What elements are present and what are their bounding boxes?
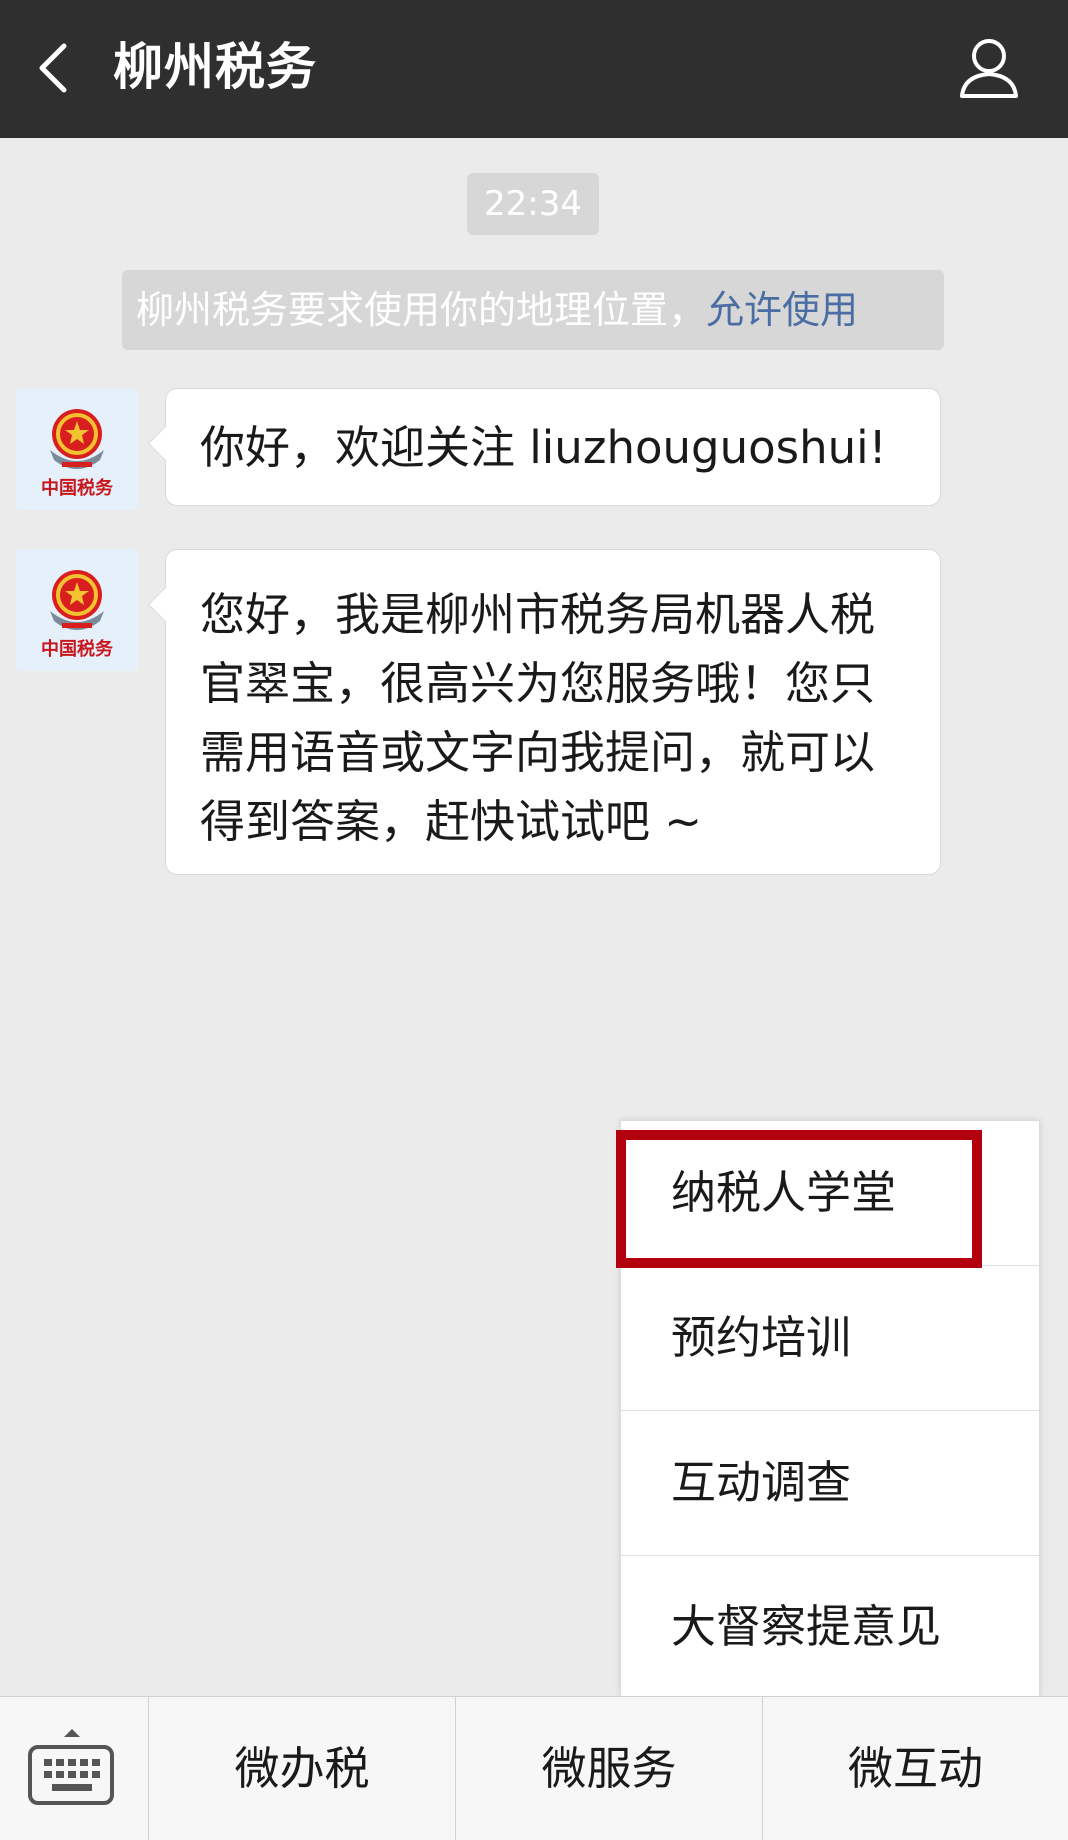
tax-bureau-emblem-icon: 中国税务 (16, 388, 138, 510)
message-text: 您好，我是柳州市税务局机器人税官翠宝，很高兴为您服务哦！您只需用语音或文字向我提… (200, 588, 876, 848)
submenu-corner-icon (722, 1801, 748, 1827)
user-profile-icon (960, 39, 1018, 98)
location-request-bar: 柳州税务要求使用你的地理位置，允许使用 (122, 270, 944, 350)
submenu-corner-icon (415, 1801, 441, 1827)
svg-text:中国税务: 中国税务 (41, 477, 114, 499)
message-bubble[interactable]: 您好，我是柳州市税务局机器人税官翠宝，很高兴为您服务哦！您只需用语音或文字向我提… (165, 549, 941, 875)
menu-item-book-training[interactable]: 预约培训 (621, 1266, 1039, 1410)
menu-item-inspector-feedback[interactable]: 大督察提意见 (621, 1555, 1039, 1699)
top-bar: 柳州税务 (0, 0, 1068, 138)
menu-button-wei-banshui[interactable]: 微办税 (148, 1697, 455, 1840)
timestamp-badge: 22:34 (467, 173, 599, 235)
menu-button-label: 微服务 (541, 1742, 677, 1795)
submenu-corner-icon (1028, 1801, 1054, 1827)
menu-item-interactive-survey[interactable]: 互动调查 (621, 1411, 1039, 1555)
tax-bureau-emblem-icon: 中国税务 (16, 549, 138, 671)
message-text: 你好，欢迎关注 liuzhouguoshui! (200, 421, 887, 474)
avatar[interactable]: 中国税务 (16, 549, 138, 671)
chat-screen: 柳州税务 22:34 柳州税务要求使用你的地理位置，允许使用 中国税务 你好，欢… (0, 0, 1068, 1840)
message-bubble[interactable]: 你好，欢迎关注 liuzhouguoshui! (165, 388, 941, 506)
menu-button-label: 微互动 (847, 1742, 983, 1795)
profile-button[interactable] (950, 30, 1028, 108)
menu-item-taxpayer-school[interactable]: 纳税人学堂 (621, 1121, 1039, 1265)
back-button[interactable] (20, 30, 96, 106)
page-title: 柳州税务 (113, 38, 317, 96)
keyboard-icon (28, 1729, 114, 1805)
menu-button-wei-fuwu[interactable]: 微服务 (455, 1697, 762, 1840)
submenu-popup: 纳税人学堂 预约培训 互动调查 大督察提意见 (620, 1120, 1040, 1698)
avatar[interactable]: 中国税务 (16, 388, 138, 510)
location-request-text: 柳州税务要求使用你的地理位置， (136, 288, 707, 332)
chevron-left-icon (39, 43, 67, 93)
menu-button-label: 微办税 (234, 1742, 370, 1795)
keyboard-toggle-button[interactable] (0, 1697, 148, 1840)
allow-location-link[interactable]: 允许使用 (706, 288, 858, 332)
svg-text:中国税务: 中国税务 (41, 638, 114, 660)
menu-button-wei-hudong[interactable]: 微互动 (762, 1697, 1068, 1840)
bottom-menu-bar: 微办税 微服务 微互动 (0, 1696, 1068, 1840)
